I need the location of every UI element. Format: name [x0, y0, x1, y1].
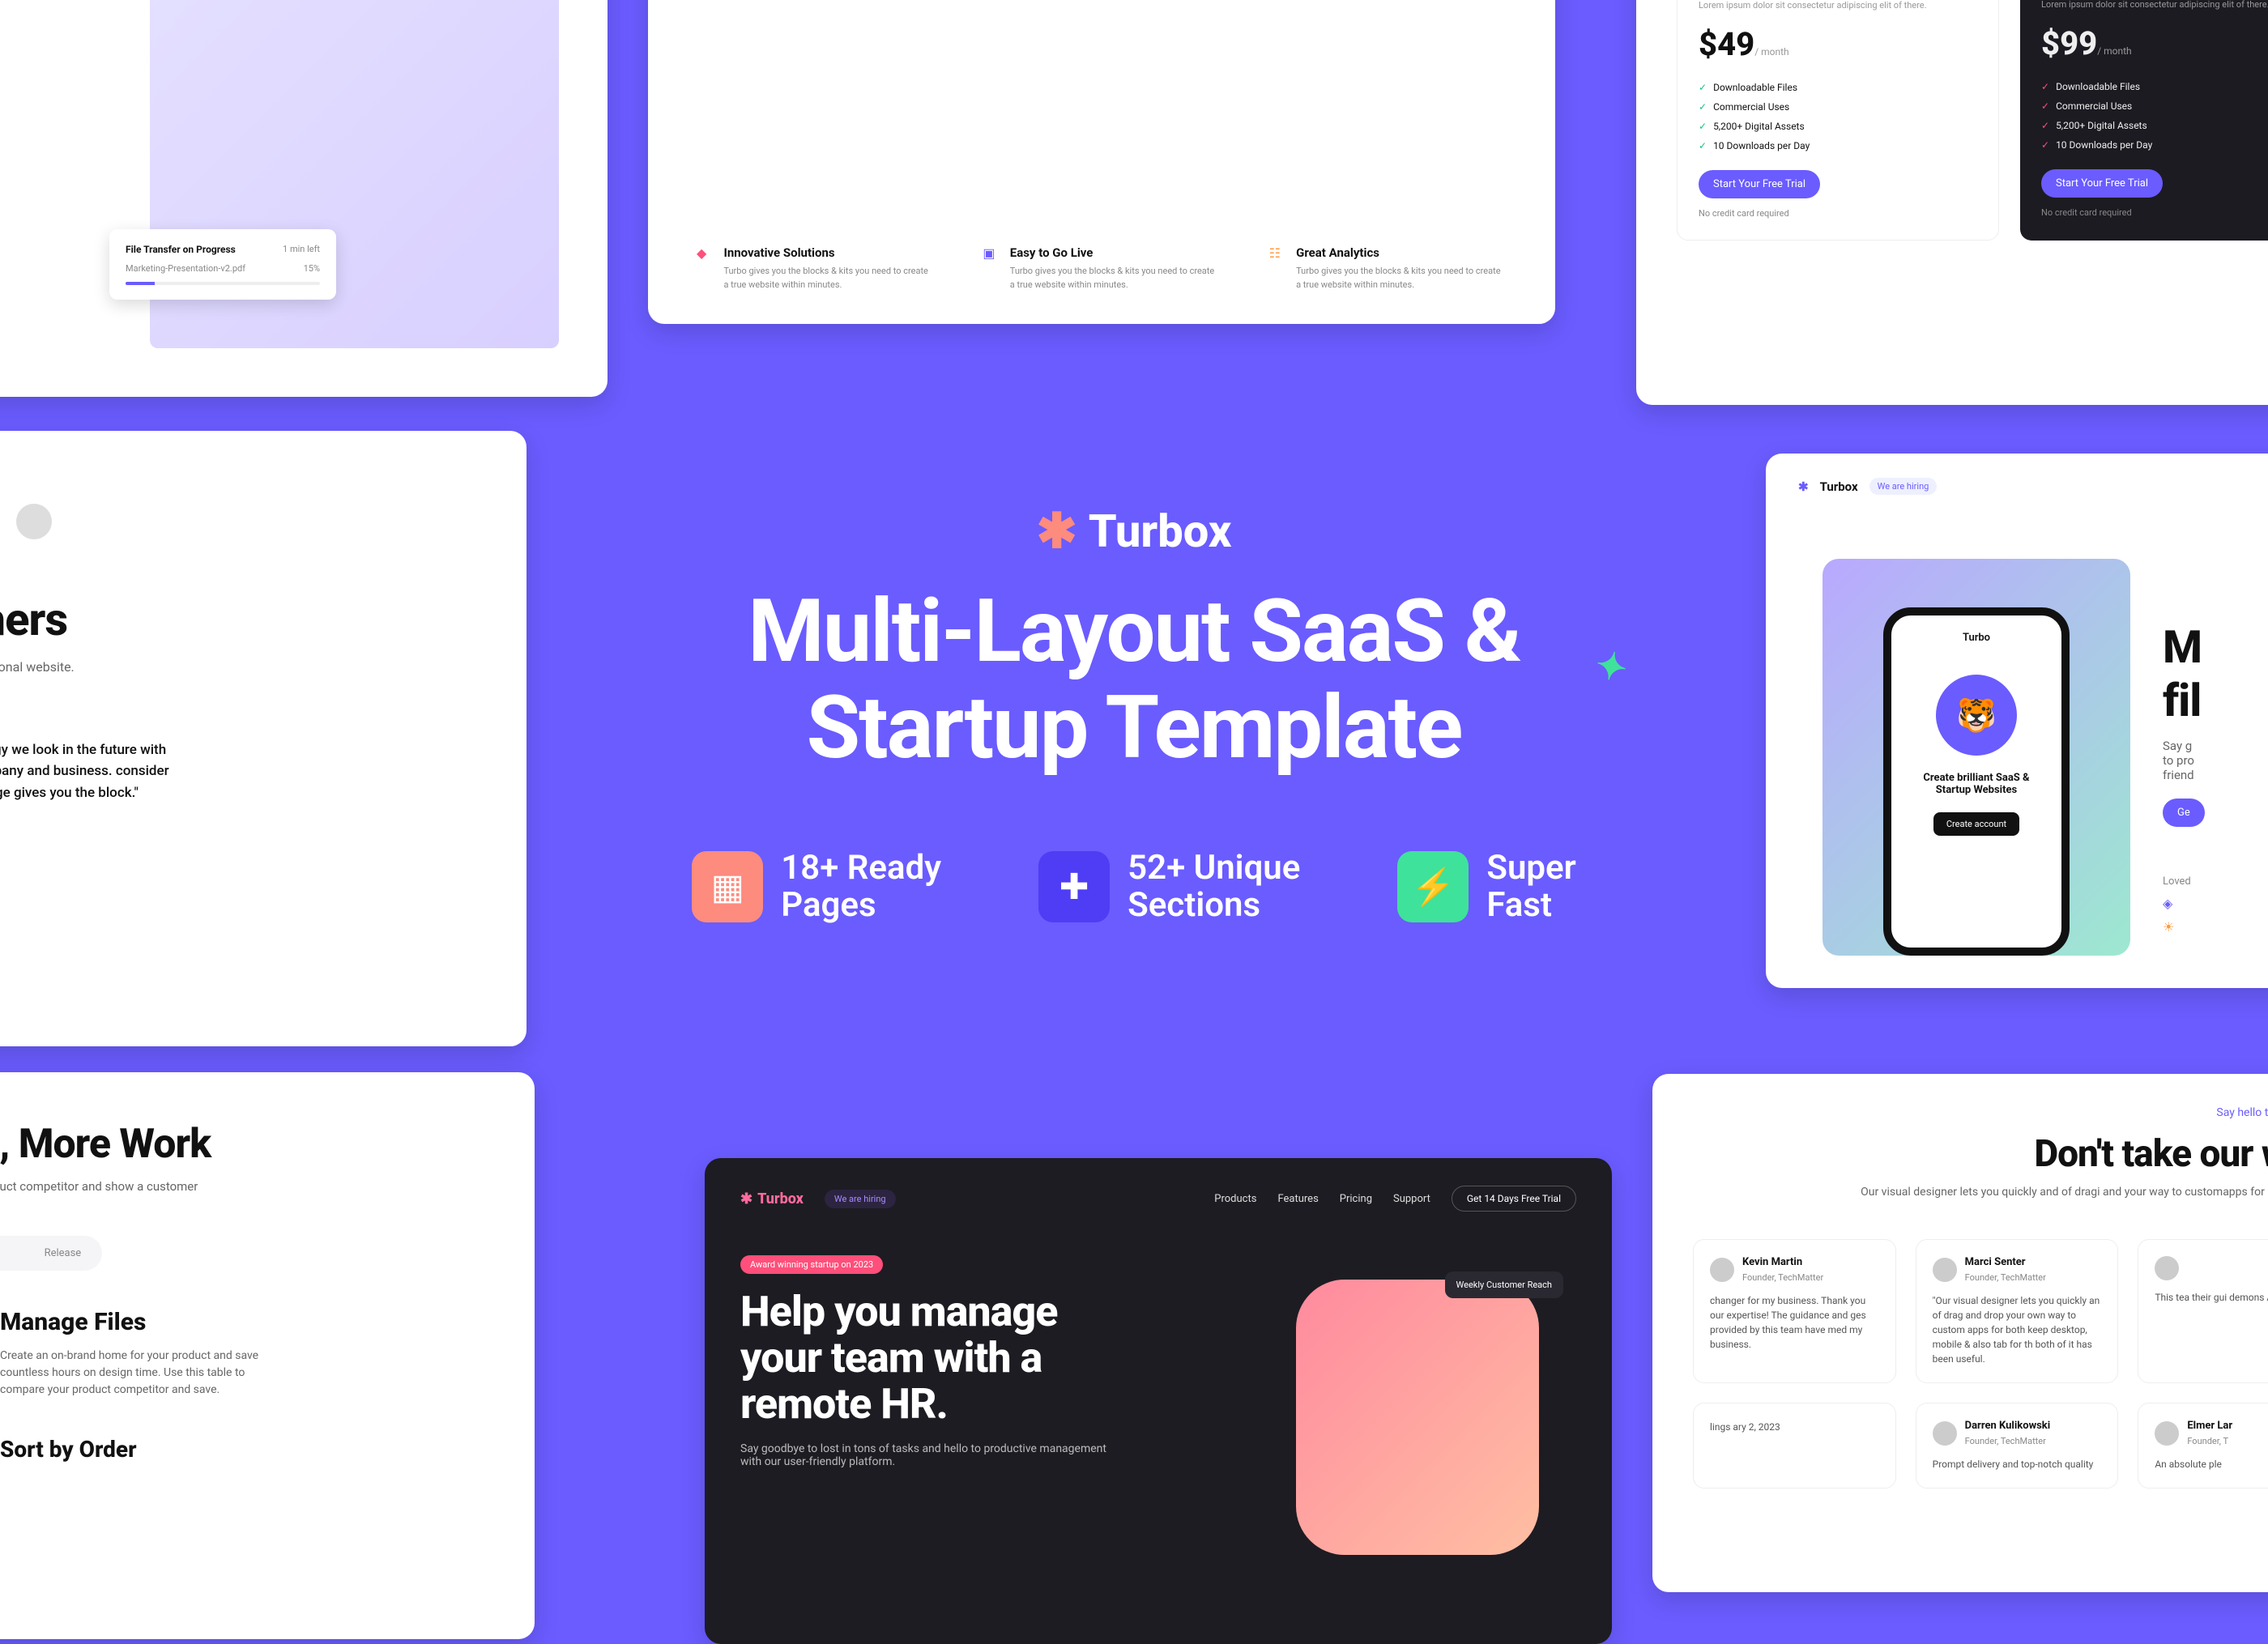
- preview-top-left: without elf! ed to or Tailwind UI kits. …: [0, 0, 608, 397]
- plan-standard: Most Popular Standard Lorem ipsum dolor …: [2020, 0, 2268, 241]
- metric-card: Weekly Customer Reach: [1445, 1271, 1563, 1298]
- live-icon: ▣: [983, 245, 998, 270]
- tabs[interactable]: Manage Customize Release: [0, 1236, 102, 1271]
- testimonial-card: Kevin MartinFounder, TechMatter changer …: [1693, 1239, 1896, 1383]
- brand-name: Turbox: [1089, 505, 1232, 558]
- tl-heading: without elf!: [0, 0, 117, 84]
- testimonial-card: This tea their gui demons An absol: [2138, 1239, 2268, 1383]
- file-transfer-card: File Transfer on Progress 1 min left Mar…: [109, 229, 336, 300]
- navbar: ✱Turbox We are hiring Products Features …: [740, 1186, 1576, 1212]
- partner-icon: ☀: [2163, 919, 2205, 935]
- testimonial-card: Elmer LarFounder, T An absolute ple: [2138, 1403, 2268, 1489]
- feature: ☷ Great AnalyticsTurbo gives you the blo…: [1269, 245, 1507, 292]
- testimonial-card: Marci SenterFounder, TechMatter "Our vis…: [1916, 1239, 2119, 1383]
- tl-photo: File Transfer on Progress 1 min left Mar…: [150, 0, 559, 348]
- analytics-icon: ☷: [1269, 245, 1285, 270]
- hero-stats: ▦ 18+ ReadyPages ✚ 52+ UniqueSections ⚡ …: [567, 850, 1701, 924]
- preview-testimonial: ied Customers change gives you the block…: [0, 431, 526, 1046]
- preview-dark-hero: ✱Turbox We are hiring Products Features …: [705, 1158, 1612, 1644]
- app-logo-icon: 🐯: [1936, 675, 2017, 756]
- trial-button[interactable]: Get 14 Days Free Trial: [1452, 1186, 1576, 1212]
- get-button[interactable]: Ge: [2163, 799, 2205, 827]
- testimonial-card: lings ary 2, 2023: [1693, 1403, 1896, 1489]
- layout-icon: ▦: [692, 851, 763, 922]
- feature: ◆ Innovative SolutionsTurbo gives you th…: [697, 245, 934, 292]
- ml-title: ied Customers: [0, 593, 470, 646]
- bolt-icon: ⚡: [1397, 851, 1469, 922]
- start-trial-button[interactable]: Start Your Free Trial: [1699, 170, 1820, 198]
- hero-photo: [1296, 1280, 1539, 1555]
- preview-top-center: 2 Left ◓ Pixels Design studio Manage all…: [648, 0, 1555, 324]
- hero: ✱ Turbox Multi-Layout SaaS & Startup Tem…: [567, 502, 1701, 924]
- puzzle-icon: ✚: [1038, 851, 1110, 922]
- avatar: [16, 504, 52, 539]
- feature: ▣ Easy to Go LiveTurbo gives you the blo…: [983, 245, 1220, 292]
- stat-sections: ✚ 52+ UniqueSections: [1038, 850, 1300, 924]
- phone-hero: Turbo 🐯 Create brilliant SaaS &Startup W…: [1823, 559, 2130, 956]
- stat-pages: ▦ 18+ ReadyPages: [692, 850, 941, 924]
- plan-basic: Basic Lorem ipsum dolor sit consectetur …: [1677, 0, 1999, 241]
- brand-asterisk-icon: ✱: [1037, 502, 1077, 560]
- testimonial-card: Darren KulikowskiFounder, TechMatter Pro…: [1916, 1403, 2119, 1489]
- start-trial-button[interactable]: Start Your Free Trial: [2041, 169, 2163, 198]
- create-account-button[interactable]: Create account: [1933, 812, 2019, 836]
- brand: ✱ Turbox: [1037, 502, 1232, 560]
- preview-testimonials-grid: Say hello to New Feature Don't take our …: [1652, 1074, 2268, 1592]
- hero-title: Multi-Layout SaaS & Startup Template: [567, 584, 1701, 777]
- stat-fast: ⚡ SuperFast: [1397, 850, 1575, 924]
- quote: "In the new era of technology we look in…: [0, 739, 186, 850]
- partner-icon: ◈: [2163, 896, 2205, 911]
- innovation-icon: ◆: [697, 245, 712, 270]
- preview-pricing: Monthly Yearly SAVE 20% Basic Lorem ipsu…: [1636, 0, 2268, 405]
- preview-bottom-left: ess Clicks, More Work e this table to co…: [0, 1072, 535, 1639]
- preview-mobile: ✱ Turbox We are hiring Pri ⌇ Turbo 🐯 Cre…: [1766, 454, 2268, 988]
